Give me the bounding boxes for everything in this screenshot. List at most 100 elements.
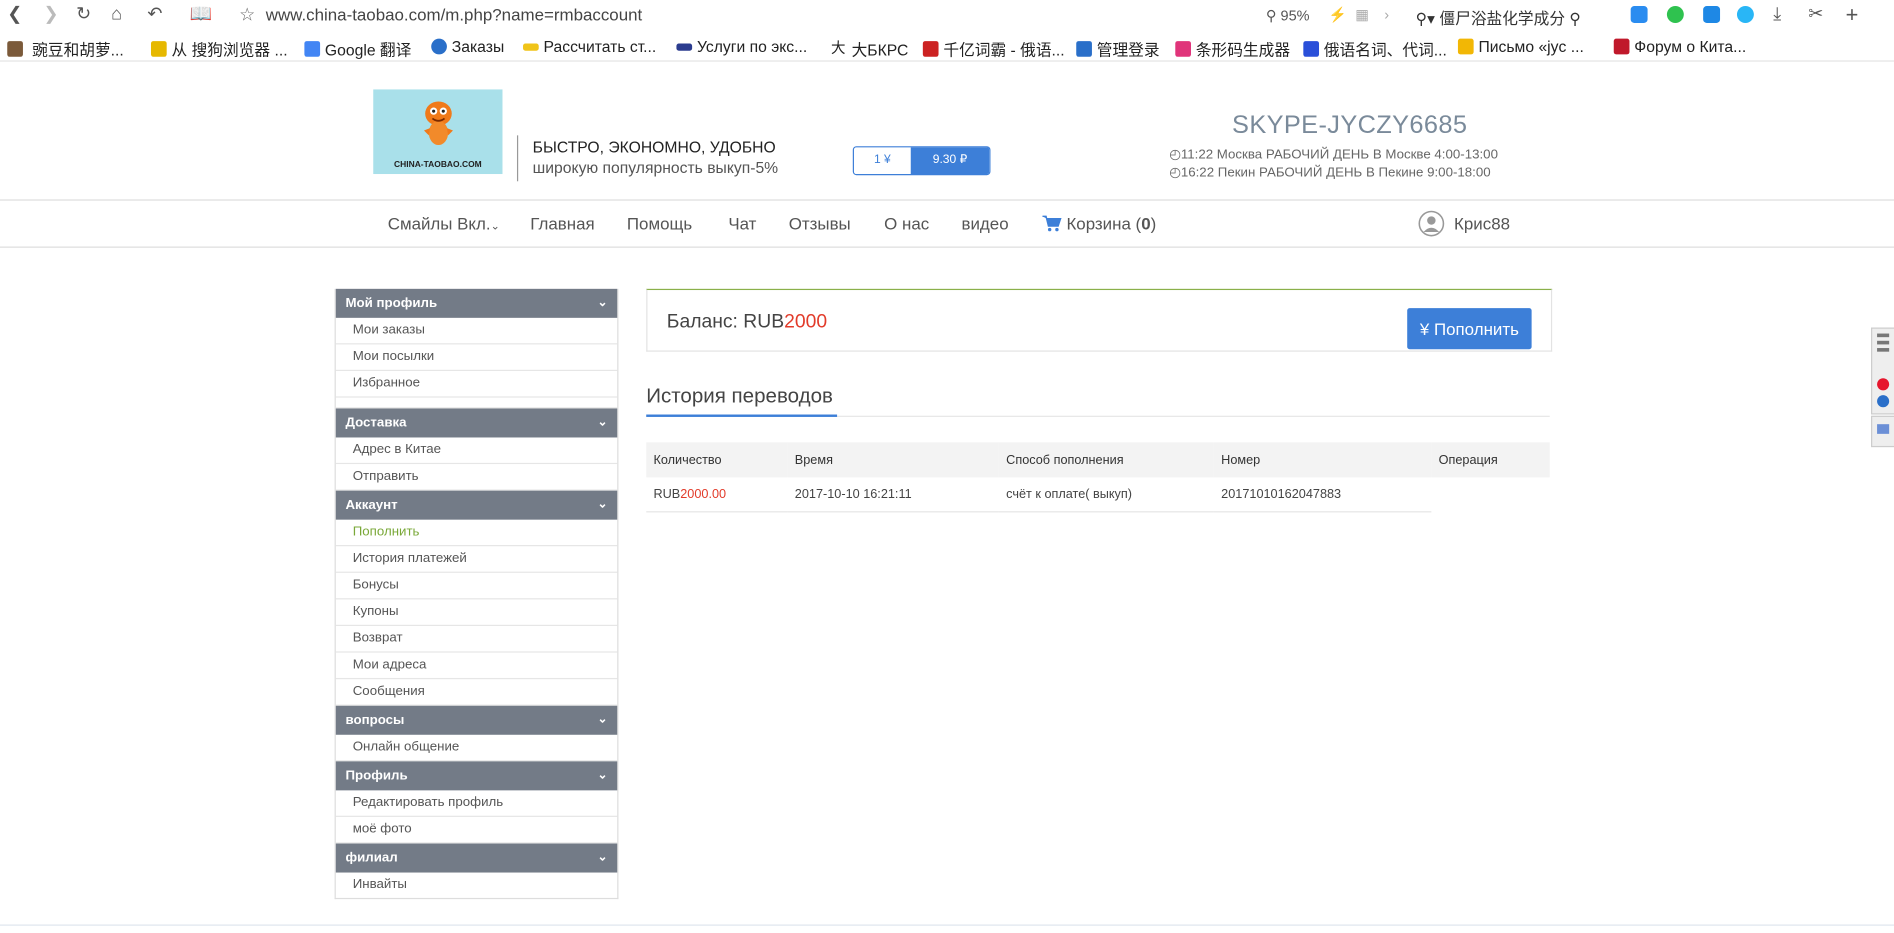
chevron-down-icon: ⌄ bbox=[597, 296, 608, 310]
reader-icon[interactable]: 📖 bbox=[190, 4, 213, 26]
bookmark-favicon-icon bbox=[922, 41, 939, 57]
bookmark-item[interactable]: 豌豆和胡萝... bbox=[7, 37, 124, 60]
extension-icon[interactable] bbox=[1736, 6, 1754, 23]
nav-smiles-label: Смайлы Вкл. bbox=[387, 213, 491, 234]
folder-icon bbox=[150, 41, 167, 57]
user-menu[interactable]: Крис88 bbox=[1418, 210, 1510, 237]
tablet-icon[interactable] bbox=[1630, 6, 1648, 23]
bookmark-item[interactable]: 条形码生成器 bbox=[1175, 37, 1290, 60]
undo-icon[interactable]: ↶ bbox=[147, 4, 162, 26]
sidebar-item-messages[interactable]: Сообщения bbox=[335, 679, 618, 706]
baidu-icon bbox=[1303, 41, 1320, 57]
bookmark-item[interactable]: 俄语名词、代词... bbox=[1303, 37, 1447, 60]
search-box[interactable]: ⚲▾ 僵尸浴盐化学成分 ⚲ bbox=[1416, 6, 1581, 29]
section-title: вопросы bbox=[345, 713, 405, 728]
site-logo[interactable]: CHINA-TAOBAO.COM bbox=[373, 89, 503, 175]
transfer-history-table: Количество Время Способ пополнения Номер… bbox=[646, 442, 1550, 513]
chevron-down-icon: ⌄ bbox=[597, 415, 608, 430]
nav-cart[interactable]: Корзина (0) bbox=[1042, 214, 1156, 233]
sidebar-item-my-addresses[interactable]: Мои адреса bbox=[335, 653, 618, 680]
zoom-level[interactable]: ⚲ 95% bbox=[1266, 7, 1310, 24]
table-header-row: Количество Время Способ пополнения Номер… bbox=[646, 442, 1550, 478]
scissors-icon[interactable]: ✂ bbox=[1808, 4, 1823, 26]
bookmark-item[interactable]: Заказы bbox=[431, 37, 505, 56]
reload-icon[interactable]: ↻ bbox=[76, 4, 91, 26]
section-title: Профиль bbox=[345, 768, 408, 784]
sidebar-section-branch[interactable]: филиал ⌄ bbox=[335, 843, 618, 873]
history-title: История переводов bbox=[646, 384, 833, 408]
nav-help[interactable]: Помощь bbox=[627, 214, 692, 233]
time-moscow: ◴11:22 Москва РАБОЧИЙ ДЕНЬ В Москве 4:00… bbox=[1169, 147, 1498, 162]
sidebar-item-coupons[interactable]: Купоны bbox=[335, 599, 618, 627]
sidebar-section-profile[interactable]: Профиль ⌄ bbox=[335, 761, 618, 791]
new-tab-icon[interactable]: + bbox=[1846, 4, 1859, 26]
sidebar-item-my-parcels[interactable]: Мои посылки bbox=[335, 344, 618, 372]
time-beijing: ◴16:22 Пекин РАБОЧИЙ ДЕНЬ В Пекине 9:00-… bbox=[1169, 165, 1491, 181]
address-bar[interactable]: www.china-taobao.com/m.php?name=rmbaccou… bbox=[266, 5, 642, 24]
nav-about[interactable]: О нас bbox=[884, 214, 929, 233]
sidebar-item-china-address[interactable]: Адрес в Китае bbox=[335, 437, 618, 465]
bookmark-item[interactable]: Форум о Кита... bbox=[1613, 37, 1746, 56]
play-icon[interactable] bbox=[1703, 6, 1721, 23]
grid-icon[interactable]: ▦ bbox=[1355, 4, 1369, 26]
home-icon[interactable]: ⌂ bbox=[111, 4, 122, 26]
logo-caption: CHINA-TAOBAO.COM bbox=[394, 160, 482, 170]
bookmark-favicon-icon bbox=[1613, 38, 1630, 55]
balance-label: Баланс: RUB bbox=[666, 311, 785, 333]
sidebar-section-account[interactable]: Аккаунт ⌄ bbox=[335, 490, 618, 520]
bookmark-label: Письмо «jyc ... bbox=[1478, 37, 1584, 56]
bookmark-item[interactable]: 大大БКРС bbox=[831, 37, 908, 60]
sidebar-section-my-profile[interactable]: Мой профиль ⌄ bbox=[335, 288, 618, 318]
time-cell: 2017-10-10 16:21:11 bbox=[787, 477, 999, 513]
share-widget[interactable] bbox=[1871, 327, 1894, 415]
sidebar-item-send[interactable]: Отправить bbox=[335, 464, 618, 491]
sidebar-item-my-photo[interactable]: моё фото bbox=[335, 817, 618, 844]
bookmark-item[interactable]: 从 搜狗浏览器 ... bbox=[150, 37, 288, 60]
feedback-widget[interactable] bbox=[1871, 415, 1894, 448]
bookmark-item[interactable]: 管理登录 bbox=[1076, 37, 1160, 60]
sidebar-item-payment-history[interactable]: История платежей bbox=[335, 546, 618, 573]
bookmark-favicon-icon bbox=[1076, 41, 1092, 57]
bookmark-item[interactable]: Google 翻译 bbox=[304, 37, 411, 60]
sidebar-item-invites[interactable]: Инвайты bbox=[336, 873, 617, 898]
skype-contact[interactable]: SKYPE-JYCZY6685 bbox=[1232, 111, 1467, 140]
topup-button[interactable]: ¥ Пополнить bbox=[1407, 308, 1532, 350]
bookmark-label: 大БКРС bbox=[851, 41, 909, 60]
username: Крис88 bbox=[1454, 213, 1511, 234]
table-row: RUB2000.00 2017-10-10 16:21:11 счёт к оп… bbox=[646, 477, 1550, 513]
flash-icon[interactable]: ⚡ bbox=[1329, 4, 1347, 26]
wechat-icon[interactable] bbox=[1666, 6, 1684, 23]
nav-chat[interactable]: Чат bbox=[728, 214, 756, 233]
chevron-right-icon[interactable]: › bbox=[1384, 4, 1389, 26]
nav-reviews[interactable]: Отзывы bbox=[789, 214, 851, 233]
sidebar-item-favorites[interactable]: Избранное bbox=[335, 371, 618, 398]
bookmark-label: Заказы bbox=[451, 37, 505, 56]
bookmark-item[interactable]: Услуги по экс... bbox=[676, 37, 807, 56]
sidebar-item-my-orders[interactable]: Мои заказы bbox=[335, 318, 618, 345]
back-icon[interactable]: ❮ bbox=[7, 4, 22, 26]
column-header: Способ пополнения bbox=[998, 442, 1214, 478]
slogan-main: БЫСТРО, ЭКОНОМНО, УДОБНО bbox=[532, 137, 776, 156]
sidebar-item-bonuses[interactable]: Бонусы bbox=[335, 573, 618, 600]
bookmark-item[interactable]: Рассчитать ст... bbox=[523, 37, 656, 56]
sidebar-item-online-chat[interactable]: Онлайн общение bbox=[335, 735, 618, 762]
sidebar-section-delivery[interactable]: Доставка ⌄ bbox=[335, 408, 618, 438]
nav-home[interactable]: Главная bbox=[530, 214, 594, 233]
nav-smiles-toggle[interactable]: Смайлы Вкл.⌄ bbox=[388, 214, 500, 233]
bookmark-label: 从 搜狗浏览器 ... bbox=[171, 41, 288, 60]
sidebar-item-topup[interactable]: Пополнить bbox=[335, 520, 618, 547]
sidebar-section-questions[interactable]: вопросы ⌄ bbox=[335, 705, 618, 735]
download-icon[interactable]: ⤓ bbox=[1773, 4, 1781, 26]
balance-display: Баланс: RUB2000 bbox=[667, 312, 827, 334]
zoom-value: 95% bbox=[1280, 7, 1310, 25]
forward-icon[interactable]: ❯ bbox=[43, 4, 58, 26]
bookmark-item[interactable]: Письмо «jyc ... bbox=[1457, 37, 1584, 56]
nav-video[interactable]: видео bbox=[961, 214, 1008, 233]
history-title-underline bbox=[646, 414, 838, 417]
bookmark-star-icon[interactable]: ☆ bbox=[239, 4, 255, 26]
bookmark-favicon-icon bbox=[1175, 41, 1191, 57]
sidebar-item-refund[interactable]: Возврат bbox=[335, 626, 618, 653]
sidebar-item-edit-profile[interactable]: Редактировать профиль bbox=[335, 790, 618, 817]
bookmark-item[interactable]: 千亿词霸 - 俄语... bbox=[922, 37, 1065, 60]
column-header: Количество bbox=[646, 442, 788, 478]
